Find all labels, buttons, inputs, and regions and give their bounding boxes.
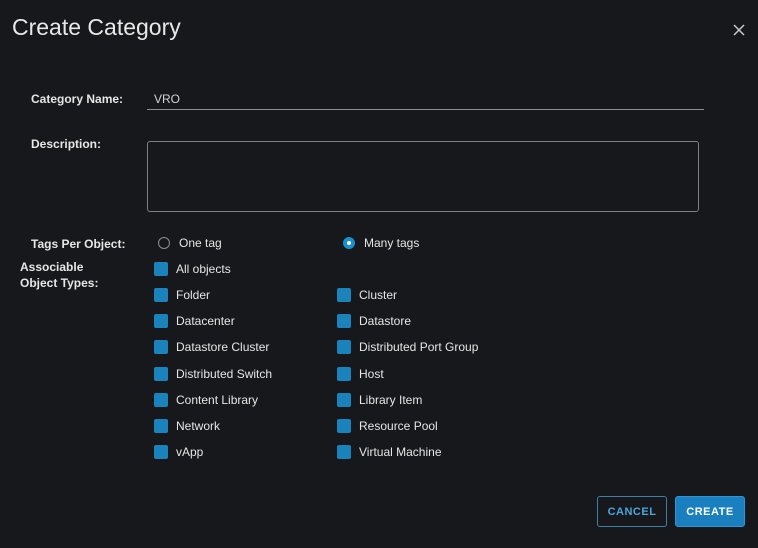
- checkbox-label: Datastore: [359, 314, 412, 328]
- associable-label-line2: Object Types:: [20, 276, 99, 290]
- checkbox-content-library[interactable]: Content Library: [154, 393, 258, 407]
- checkbox-box: [337, 314, 351, 328]
- checkbox-box: [154, 314, 168, 328]
- checkbox-library-item[interactable]: Library Item: [337, 393, 422, 407]
- dialog-title: Create Category: [12, 14, 181, 40]
- radio-many-tags-circle: [343, 237, 355, 249]
- associable-object-types-label: Associable Object Types:: [20, 259, 98, 291]
- checkbox-box: [154, 367, 168, 381]
- checkbox-label: Network: [176, 419, 221, 433]
- checkbox-datacenter[interactable]: Datacenter: [154, 314, 235, 328]
- checkbox-host[interactable]: Host: [337, 367, 384, 381]
- checkbox-box: [337, 367, 351, 381]
- create-button[interactable]: CREATE: [675, 496, 745, 527]
- checkbox-network[interactable]: Network: [154, 419, 220, 433]
- checkbox-label: Distributed Port Group: [359, 340, 479, 354]
- checkbox-label: Distributed Switch: [176, 367, 273, 381]
- checkbox-resource-pool[interactable]: Resource Pool: [337, 419, 438, 433]
- description-label: Description:: [31, 137, 102, 151]
- category-name-input[interactable]: [147, 88, 704, 110]
- checkbox-box: [154, 288, 168, 302]
- checkbox-label: Virtual Machine: [359, 445, 442, 459]
- checkbox-box: [337, 393, 351, 407]
- checkbox-label: Library Item: [359, 393, 423, 407]
- checkbox-box: [337, 340, 351, 354]
- checkbox-vapp[interactable]: vApp: [154, 445, 203, 459]
- checkbox-distributed-port-group[interactable]: Distributed Port Group: [337, 340, 478, 354]
- checkbox-datastore[interactable]: Datastore: [337, 314, 411, 328]
- close-icon[interactable]: [730, 21, 748, 39]
- radio-one-tag-circle: [158, 237, 170, 249]
- radio-many-tags[interactable]: Many tags: [343, 236, 419, 250]
- checkbox-label: Content Library: [176, 393, 259, 407]
- checkbox-cluster[interactable]: Cluster: [337, 288, 397, 302]
- checkbox-box: [154, 340, 168, 354]
- checkbox-box: [154, 445, 168, 459]
- checkbox-box: [337, 419, 351, 433]
- checkbox-label: Datacenter: [176, 314, 235, 328]
- checkbox-box: [154, 393, 168, 407]
- checkbox-all-objects-label: All objects: [176, 262, 231, 276]
- associable-label-line1: Associable: [20, 260, 84, 274]
- radio-many-tags-label: Many tags: [364, 236, 420, 250]
- radio-one-tag-label: One tag: [179, 236, 222, 250]
- checkbox-label: Cluster: [359, 288, 398, 302]
- checkbox-label: Datastore Cluster: [176, 340, 270, 354]
- checkbox-box: [337, 288, 351, 302]
- description-textarea[interactable]: [147, 141, 699, 212]
- checkbox-all-objects-box: [154, 262, 168, 276]
- checkbox-all-objects[interactable]: All objects: [154, 262, 231, 276]
- checkbox-virtual-machine[interactable]: Virtual Machine: [337, 445, 442, 459]
- checkbox-box: [154, 419, 168, 433]
- checkbox-label: vApp: [176, 445, 204, 459]
- checkbox-label: Host: [359, 367, 384, 381]
- checkbox-distributed-switch[interactable]: Distributed Switch: [154, 367, 272, 381]
- checkbox-datastore-cluster[interactable]: Datastore Cluster: [154, 340, 269, 354]
- create-category-dialog: Create Category Category Name: Descripti…: [0, 0, 758, 548]
- category-name-label: Category Name:: [31, 92, 124, 106]
- checkbox-box: [337, 445, 351, 459]
- radio-one-tag[interactable]: One tag: [158, 236, 222, 250]
- checkbox-folder[interactable]: Folder: [154, 288, 210, 302]
- checkbox-label: Folder: [176, 288, 211, 302]
- cancel-button[interactable]: CANCEL: [597, 496, 667, 527]
- tags-per-object-label: Tags Per Object:: [31, 237, 126, 251]
- checkbox-label: Resource Pool: [359, 419, 438, 433]
